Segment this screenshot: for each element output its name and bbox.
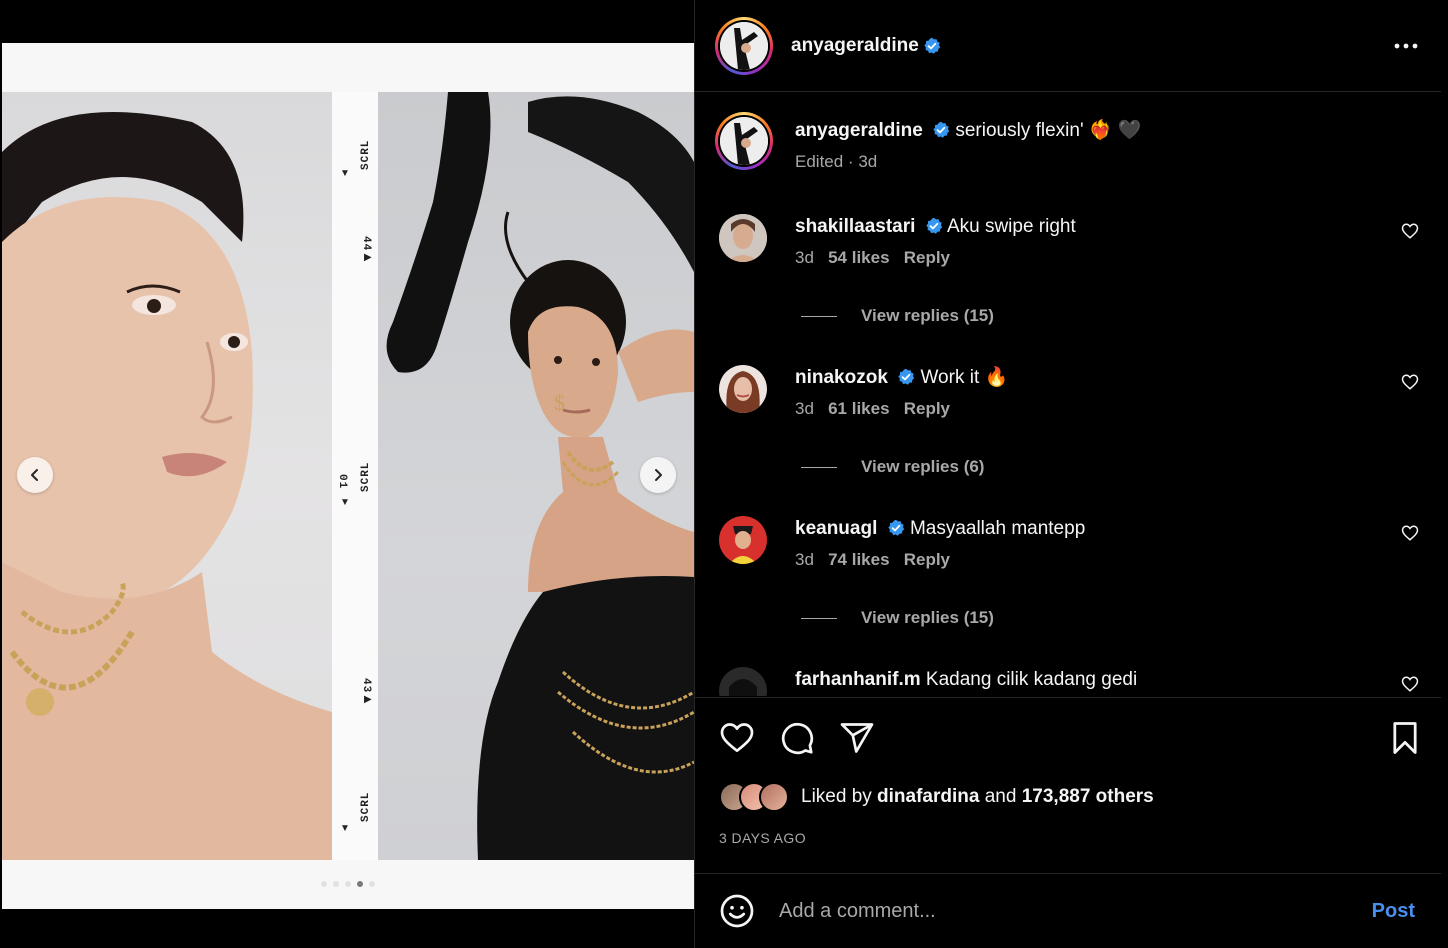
strip-label: SCRL [360,139,372,170]
header-username[interactable]: anyageraldine [791,35,919,57]
emoji-smiley-icon[interactable] [719,893,755,929]
strip-arrow-icon: ▼ [340,823,350,834]
view-replies-label: View replies (15) [861,608,994,627]
likes-prefix: Liked by [801,786,878,807]
caption-edited-label: Edited [795,152,844,171]
strip-arrow-icon: ▶ [364,694,372,705]
carousel-prev-button[interactable] [17,457,53,493]
comment-age: 3d [795,399,814,418]
post-image[interactable]: ▼ SCRL 44 ▶ ▼ 01 SCRL 43 ▶ ▼ SCRL $ [2,43,694,909]
post-comment-button[interactable]: Post [1372,900,1415,923]
carousel-dot [321,881,327,887]
likes-count[interactable]: 173,887 others [1022,786,1154,808]
like-heart-icon[interactable] [719,720,755,756]
strip-label: SCRL [360,791,372,822]
liker-avatar [759,782,789,812]
caption-username[interactable]: anyageraldine [795,120,923,141]
carousel-dot [369,881,375,887]
caption-text: seriously flexin' [955,120,1084,141]
more-horizontal-icon[interactable] [1393,33,1419,59]
heart-outline-icon[interactable] [1401,675,1419,693]
comment-emoji: 🔥 [984,367,1009,388]
comment-input[interactable] [779,899,1339,923]
caption-avatar[interactable] [715,112,773,170]
share-send-icon[interactable] [839,720,875,756]
post-time-ago[interactable]: 3 DAYS AGO [719,830,806,846]
liker-username[interactable]: dinafardina [877,786,979,808]
strip-label: 44 [360,236,372,252]
heart-outline-icon[interactable] [1401,373,1419,391]
comment-username[interactable]: shakillaastari [795,216,915,237]
comment-age: 3d [795,550,814,569]
post-panel: anyageraldine anyageraldine seriously fl… [694,0,1448,948]
comment-text: Work it [920,367,980,388]
chevron-right-icon [655,469,662,481]
commenter-avatar[interactable] [719,214,767,262]
heart-outline-icon[interactable] [1401,222,1419,240]
comments-list[interactable]: anyageraldine seriously flexin' ❤️‍🔥 🖤 E… [695,92,1441,696]
commenter-avatar[interactable] [719,667,767,696]
add-comment-bar: Post [695,873,1441,948]
reply-button[interactable]: Reply [904,248,950,267]
author-avatar[interactable] [715,16,773,75]
comment-username[interactable]: farhanhanif.m [795,669,921,690]
comment-text: Masyaallah mantepp [909,518,1086,539]
verified-badge-icon [898,368,915,385]
heart-outline-icon[interactable] [1401,524,1419,542]
svg-text:$: $ [554,390,565,415]
carousel-next-button[interactable] [640,457,676,493]
verified-badge-icon [924,37,940,54]
media-area: ▼ SCRL 44 ▶ ▼ 01 SCRL 43 ▶ ▼ SCRL $ [0,0,694,948]
comment-text: Aku swipe right [946,216,1076,237]
carousel-dot [333,881,339,887]
reply-button[interactable]: Reply [904,399,950,418]
comment-text: Kadang cilik kadang gedi [925,669,1138,690]
carousel-dot [357,881,363,887]
strip-arrow-icon: ▼ [340,168,350,179]
verified-badge-icon [926,217,942,234]
comment-likes[interactable]: 74 likes [828,550,889,569]
likes-middle: and [979,786,1022,807]
strip-label: 01 [336,474,348,490]
comment-bubble-icon[interactable] [779,720,815,756]
commenter-avatar[interactable] [719,516,767,564]
comment-age: 3d [795,248,814,267]
strip-arrow-icon: ▶ [364,252,372,263]
strip-label: SCRL [360,461,372,492]
comment-likes[interactable]: 54 likes [828,248,889,267]
meta-separator: · [843,152,859,171]
comment-likes[interactable]: 61 likes [828,399,889,418]
view-replies-label: View replies (15) [861,306,994,325]
post-actions: Liked by dinafardina and 173,887 others … [695,697,1441,873]
view-replies-button[interactable]: View replies (6) [801,457,984,477]
carousel-dot [345,881,351,887]
caption-age: 3d [858,152,878,171]
commenter-avatar[interactable] [719,365,767,413]
verified-badge-icon [887,519,904,536]
strip-arrow-icon: ▼ [340,497,350,508]
comment-username[interactable]: keanuagl [795,518,877,539]
caption-emojis: ❤️‍🔥 🖤 [1088,120,1142,141]
strip-label: 43 [360,678,372,694]
carousel-indicator [2,881,694,887]
chevron-left-icon [31,469,38,481]
post-caption: anyageraldine seriously flexin' ❤️‍🔥 🖤 E… [715,112,1141,172]
film-strip-divider: ▼ SCRL 44 ▶ ▼ 01 SCRL 43 ▶ ▼ SCRL [332,92,378,860]
save-bookmark-icon[interactable] [1389,720,1421,756]
view-replies-label: View replies (6) [861,457,985,476]
view-replies-button[interactable]: View replies (15) [801,608,994,628]
verified-badge-icon [933,121,950,138]
likes-summary[interactable]: Liked by dinafardina and 173,887 others [719,782,1154,812]
post-header: anyageraldine [695,0,1441,92]
view-replies-button[interactable]: View replies (15) [801,306,994,326]
comment-username[interactable]: ninakozok [795,367,888,388]
reply-button[interactable]: Reply [904,550,950,569]
